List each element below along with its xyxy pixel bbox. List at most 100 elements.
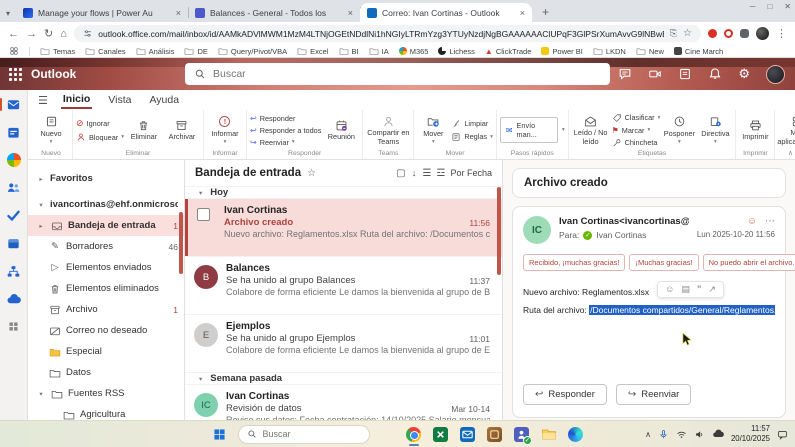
taskbar-chrome-icon[interactable] — [405, 425, 423, 446]
filter-icon[interactable]: ☰ — [423, 168, 432, 179]
chevron-down-icon[interactable]: ▾ — [36, 201, 46, 209]
forward-button[interactable]: → — [26, 28, 37, 40]
window-close-button[interactable]: ✕ — [784, 2, 791, 11]
bookmark-item-clicktrade[interactable]: ▲ ClickTrade — [485, 47, 532, 56]
start-button[interactable] — [211, 425, 229, 443]
sort-by-label[interactable]: Por Fecha — [450, 168, 492, 178]
bookmark-item[interactable]: LKDN — [593, 46, 626, 56]
select-all-icon[interactable]: ▢ — [396, 168, 405, 179]
forward-button[interactable]: ↪ Reenviar ▾ — [250, 138, 321, 147]
browser-profile-avatar[interactable] — [756, 27, 769, 40]
notifications-bell-icon[interactable] — [708, 67, 722, 81]
browser-tab-teams[interactable]: Balances - General - Todos los × — [188, 3, 362, 22]
ribbon-collapse-icon[interactable]: ∧ — [788, 149, 793, 157]
extension-icon[interactable] — [708, 29, 717, 38]
folder-favoritos[interactable]: ▸ Favoritos — [28, 168, 184, 189]
ribbon-tab-ayuda[interactable]: Ayuda — [147, 92, 181, 108]
bookmark-item[interactable]: IA — [369, 46, 389, 56]
meet-now-icon[interactable] — [648, 67, 662, 81]
rail-groups-icon[interactable] — [0, 236, 28, 251]
new-mail-button[interactable]: Nuevo ▾ — [33, 115, 69, 145]
folder-deleted[interactable]: Elementos eliminados — [28, 278, 184, 299]
wifi-icon[interactable] — [676, 429, 687, 440]
search-input[interactable] — [213, 68, 601, 80]
folder-drafts[interactable]: ✎ Borradores 46 — [28, 236, 184, 257]
folder-scrollbar[interactable] — [179, 212, 183, 274]
notification-center-icon[interactable] — [777, 429, 788, 440]
back-button[interactable]: ← — [8, 28, 19, 40]
bookmark-item[interactable]: Temas — [40, 46, 75, 56]
microphone-icon[interactable] — [658, 429, 669, 440]
extension-icon[interactable] — [724, 29, 733, 38]
taskbar-clock[interactable]: 11:57 20/10/2025 — [731, 424, 770, 443]
section-semana-pasada[interactable]: ▾ Semana pasada — [185, 372, 502, 384]
folder-junk[interactable]: Correo no deseado — [28, 320, 184, 341]
hamburger-menu-icon[interactable]: ☰ — [38, 94, 48, 107]
rail-calendar-icon[interactable] — [0, 125, 28, 140]
window-maximize-button[interactable]: □ — [767, 2, 772, 11]
taskbar-excel-icon[interactable] — [432, 425, 450, 443]
account-avatar[interactable] — [766, 64, 785, 84]
taskbar-explorer-icon[interactable] — [540, 425, 558, 443]
site-settings-icon[interactable] — [83, 28, 92, 39]
send-to-device-icon[interactable]: ⎘ — [670, 28, 677, 39]
reply-button[interactable]: ↩ Responder — [250, 114, 321, 123]
chevron-down-icon[interactable]: ▾ — [36, 390, 46, 398]
quote-icon[interactable]: ” — [697, 284, 702, 295]
reply-button[interactable]: ↩ Responder — [523, 384, 607, 405]
filter-sort-icon[interactable]: ☲ — [437, 168, 446, 179]
reaction-icon[interactable]: ☺ — [665, 284, 674, 295]
chevron-right-icon[interactable]: ▸ — [36, 175, 46, 183]
folder-datos[interactable]: Datos — [28, 362, 184, 383]
tab-close-icon[interactable]: × — [176, 8, 181, 18]
bookmark-item[interactable]: BI — [339, 46, 359, 56]
bookmark-item[interactable]: DE — [184, 46, 208, 56]
rail-office-icon[interactable] — [0, 153, 28, 167]
bookmark-item[interactable]: Query/Pivot/VBA — [218, 46, 287, 56]
note-icon[interactable]: ▤ — [681, 284, 690, 295]
window-minimize-button[interactable]: ─ — [750, 2, 756, 11]
more-apps-button[interactable]: Más aplicaciones — [777, 114, 795, 145]
more-actions-icon[interactable]: ⋯ — [765, 216, 775, 227]
folder-sent[interactable]: ▷ Elementos enviados — [28, 257, 184, 278]
address-bar[interactable]: outlook.office.com/mail/inbox/id/AAMkADV… — [73, 25, 701, 42]
reactions-smiley-icon[interactable]: ☺ — [747, 216, 757, 227]
recipient-name[interactable]: Ivan Cortinas — [596, 230, 646, 240]
email-item-archivo-creado[interactable]: Ivan Cortinas Archivo creado 11:56 Nuevo … — [185, 198, 502, 256]
apps-grid-icon[interactable] — [9, 46, 19, 56]
bookmark-item[interactable]: New — [636, 46, 664, 56]
rail-people-icon[interactable] — [0, 180, 28, 195]
bookmark-item[interactable]: Análisis — [136, 46, 174, 56]
settings-gear-icon[interactable]: ⚙ — [738, 66, 750, 82]
chevron-right-icon[interactable]: ▸ — [36, 222, 46, 230]
rail-mail-icon[interactable] — [0, 97, 28, 112]
snooze-button[interactable]: Posponer ▾ — [662, 115, 696, 145]
tab-search-chevron-icon[interactable]: ▾ — [4, 9, 16, 22]
extensions-puzzle-icon[interactable] — [740, 29, 749, 38]
email-checkbox[interactable] — [197, 208, 210, 221]
share-icon[interactable]: ↗ — [708, 284, 716, 295]
taskbar-app-icon[interactable] — [486, 425, 504, 443]
taskbar-search[interactable] — [237, 424, 370, 444]
report-button[interactable]: ! Informar ▾ — [207, 115, 243, 145]
taskbar-search-input[interactable] — [262, 429, 343, 439]
meeting-button[interactable]: Reunión — [323, 118, 359, 141]
folder-archive[interactable]: Archivo 1 — [28, 299, 184, 320]
sweep-button[interactable]: Limpiar — [451, 119, 492, 129]
taskbar-edge-icon[interactable] — [567, 425, 585, 443]
search-bar[interactable] — [185, 63, 610, 85]
forward-button[interactable]: ↪ Reenviar — [615, 384, 692, 405]
sort-arrow-icon[interactable]: ↓ — [412, 168, 417, 179]
email-item-balances[interactable]: B Balances Se ha unido al grupo Balances… — [185, 256, 502, 314]
bookmark-item-powerbi[interactable]: Power BI — [541, 47, 583, 56]
bookmark-star-icon[interactable]: ☆ — [683, 28, 692, 39]
suggested-reply-button[interactable]: No puedo abrir el archivo. — [702, 254, 795, 271]
print-button[interactable]: Imprimir — [739, 118, 771, 141]
bookmark-item-lichess[interactable]: Lichess — [438, 47, 475, 56]
feedback-icon[interactable] — [678, 67, 692, 81]
folder-inbox[interactable]: ▸ Bandeja de entrada 1 — [28, 215, 184, 236]
browser-tab-outlook[interactable]: Correo: Ivan Cortinas - Outlook × — [360, 3, 533, 22]
ribbon-tab-vista[interactable]: Vista — [106, 92, 133, 108]
flag-button[interactable]: ⚑ Marcar ▾ — [612, 126, 661, 135]
copilot-chat-icon[interactable] — [618, 67, 632, 81]
